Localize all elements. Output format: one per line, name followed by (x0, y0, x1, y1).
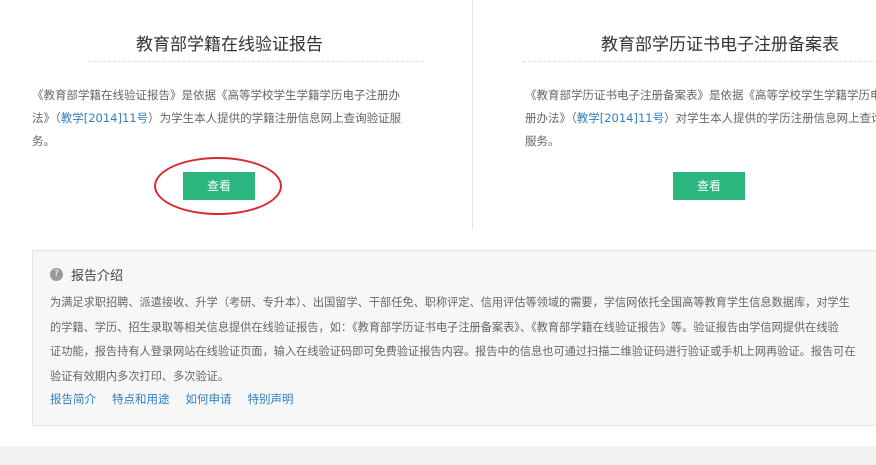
divider (523, 61, 876, 62)
card-title: 教育部学历证书电子注册备案表 (601, 35, 839, 55)
link-report-summary[interactable]: 报告简介 (50, 391, 96, 407)
question-icon: ? (50, 268, 63, 281)
card-description: 《教育部学历证书电子注册备案表》是依据《高等学校学生学籍学历电子注 册办法》（教… (525, 88, 876, 148)
link-special-statement[interactable]: 特别声明 (248, 391, 294, 407)
view-button[interactable]: 查看 (673, 172, 745, 200)
card-description: 《教育部学籍在线验证报告》是依据《高等学校学生学籍学历电子注册办 法》（教学[2… (32, 88, 402, 148)
regulation-link[interactable]: 教学[2014]11号 (577, 111, 664, 125)
regulation-link[interactable]: 教学[2014]11号 (61, 111, 148, 125)
info-links: 报告简介 特点和用途 如何申请 特别声明 (50, 391, 294, 407)
red-highlight-circle (154, 157, 282, 215)
report-intro-box: ? 报告介绍 为满足求职招聘、派遣接收、升学（考研、专升本）、出国留学、干部任免… (32, 250, 876, 426)
student-status-report-card: 教育部学籍在线验证报告 《教育部学籍在线验证报告》是依据《高等学校学生学籍学历电… (0, 0, 470, 230)
report-intro-heading: ? 报告介绍 (50, 265, 123, 284)
link-features-uses[interactable]: 特点和用途 (112, 391, 170, 407)
divider (88, 61, 424, 62)
footer-strip (0, 446, 876, 465)
card-title: 教育部学籍在线验证报告 (136, 35, 323, 55)
link-how-to-apply[interactable]: 如何申请 (186, 391, 232, 407)
report-intro-text: 为满足求职招聘、派遣接收、升学（考研、专升本）、出国留学、干部任免、职称评定、信… (50, 296, 856, 383)
degree-certificate-report-card: 教育部学历证书电子注册备案表 《教育部学历证书电子注册备案表》是依据《高等学校学… (472, 0, 876, 230)
